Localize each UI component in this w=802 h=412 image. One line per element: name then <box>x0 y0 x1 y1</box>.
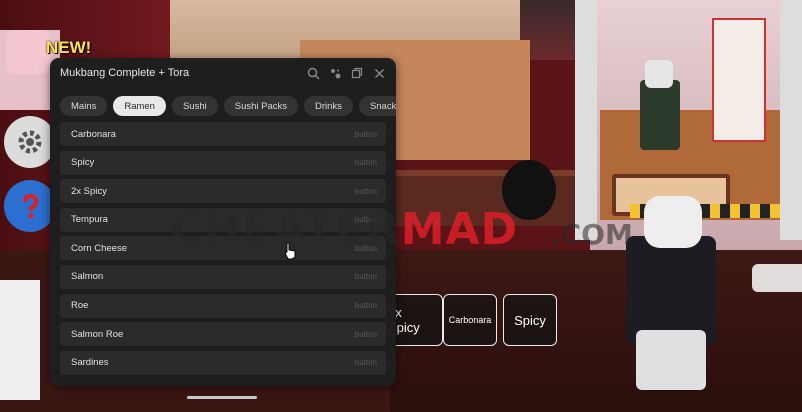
list-item-label: Salmon <box>71 271 104 283</box>
game-button-spicy[interactable]: Spicy <box>503 294 557 346</box>
counter <box>370 170 590 226</box>
close-icon[interactable] <box>372 66 386 80</box>
gamepad-icon[interactable] <box>328 66 342 80</box>
list-item-label: 2x Spicy <box>71 185 107 197</box>
search-icon[interactable] <box>306 66 320 80</box>
tab-ramen[interactable]: Ramen <box>113 96 166 116</box>
list-item-type: button <box>354 243 377 253</box>
home-indicator[interactable] <box>187 396 257 399</box>
hand-cursor-icon <box>284 242 296 260</box>
list-item-carbonara[interactable]: Carbonara button <box>60 122 386 146</box>
game-button-2x-spicy[interactable]: 2x Spicy <box>388 294 443 346</box>
player-avatar-legs <box>636 330 706 390</box>
list-item-type: button <box>354 272 377 282</box>
list-item-corn-cheese[interactable]: Corn Cheese button <box>60 236 386 261</box>
tab-mains[interactable]: Mains <box>60 96 108 116</box>
list-item-type: button <box>354 158 377 168</box>
list-item-label: Corn Cheese <box>71 242 127 254</box>
list-item-roe[interactable]: Roe button <box>60 293 386 318</box>
game-side-input[interactable] <box>752 264 802 292</box>
tab-sushi-packs[interactable]: Sushi Packs <box>223 96 299 116</box>
shop-bag-button[interactable] <box>6 30 50 74</box>
pillar <box>575 0 597 240</box>
list-item-2x-spicy[interactable]: 2x Spicy button <box>60 179 386 204</box>
list-item-label: Sardines <box>71 357 109 369</box>
mask-decoration <box>502 160 556 220</box>
category-tabs: Mains Ramen Sushi Sushi Packs Drinks Sna… <box>50 88 396 122</box>
panel-header: Mukbang Complete + Tora <box>50 58 396 88</box>
gear-icon <box>18 130 42 154</box>
game-button-carbonara[interactable]: Carbonara <box>443 294 497 346</box>
help-button[interactable] <box>4 180 56 232</box>
left-sign <box>0 280 40 400</box>
panel-title: Mukbang Complete + Tora <box>60 67 190 79</box>
list-item-salmon-roe[interactable]: Salmon Roe button <box>60 322 386 347</box>
question-icon <box>23 193 39 219</box>
instruction-sign <box>712 18 766 142</box>
list-item-label: Tempura <box>71 214 108 226</box>
list-item-label: Carbonara <box>71 128 116 140</box>
list-item-type: button <box>354 358 377 368</box>
tab-sushi[interactable]: Sushi <box>171 96 218 116</box>
list-item-type: button <box>354 129 377 139</box>
list-item-type: button <box>354 329 377 339</box>
list-item-sardines[interactable]: Sardines button <box>60 350 386 375</box>
script-panel: Mukbang Complete + Tora Mains Ramen Sush… <box>50 58 396 386</box>
list-item-type: button <box>354 301 377 311</box>
minimize-icon[interactable] <box>350 66 364 80</box>
list-item-type: button <box>354 215 377 225</box>
list-item-type: button <box>354 186 377 196</box>
npc-body <box>640 80 680 150</box>
list-item-tempura[interactable]: Tempura button <box>60 207 386 232</box>
tab-drinks[interactable]: Drinks <box>304 96 353 116</box>
list-item-label: Salmon Roe <box>71 328 124 340</box>
new-badge: NEW! <box>46 38 92 57</box>
settings-button[interactable] <box>4 116 56 168</box>
pillar <box>780 0 802 240</box>
tab-snacks[interactable]: Snacks <box>358 96 396 116</box>
list-item-label: Roe <box>71 300 89 312</box>
list-item-spicy[interactable]: Spicy button <box>60 150 386 175</box>
list-item-salmon[interactable]: Salmon button <box>60 264 386 289</box>
player-avatar-head <box>644 196 702 248</box>
npc-head <box>645 60 673 88</box>
item-list: Carbonara button Spicy button 2x Spicy b… <box>50 122 396 375</box>
list-item-label: Spicy <box>71 157 95 169</box>
